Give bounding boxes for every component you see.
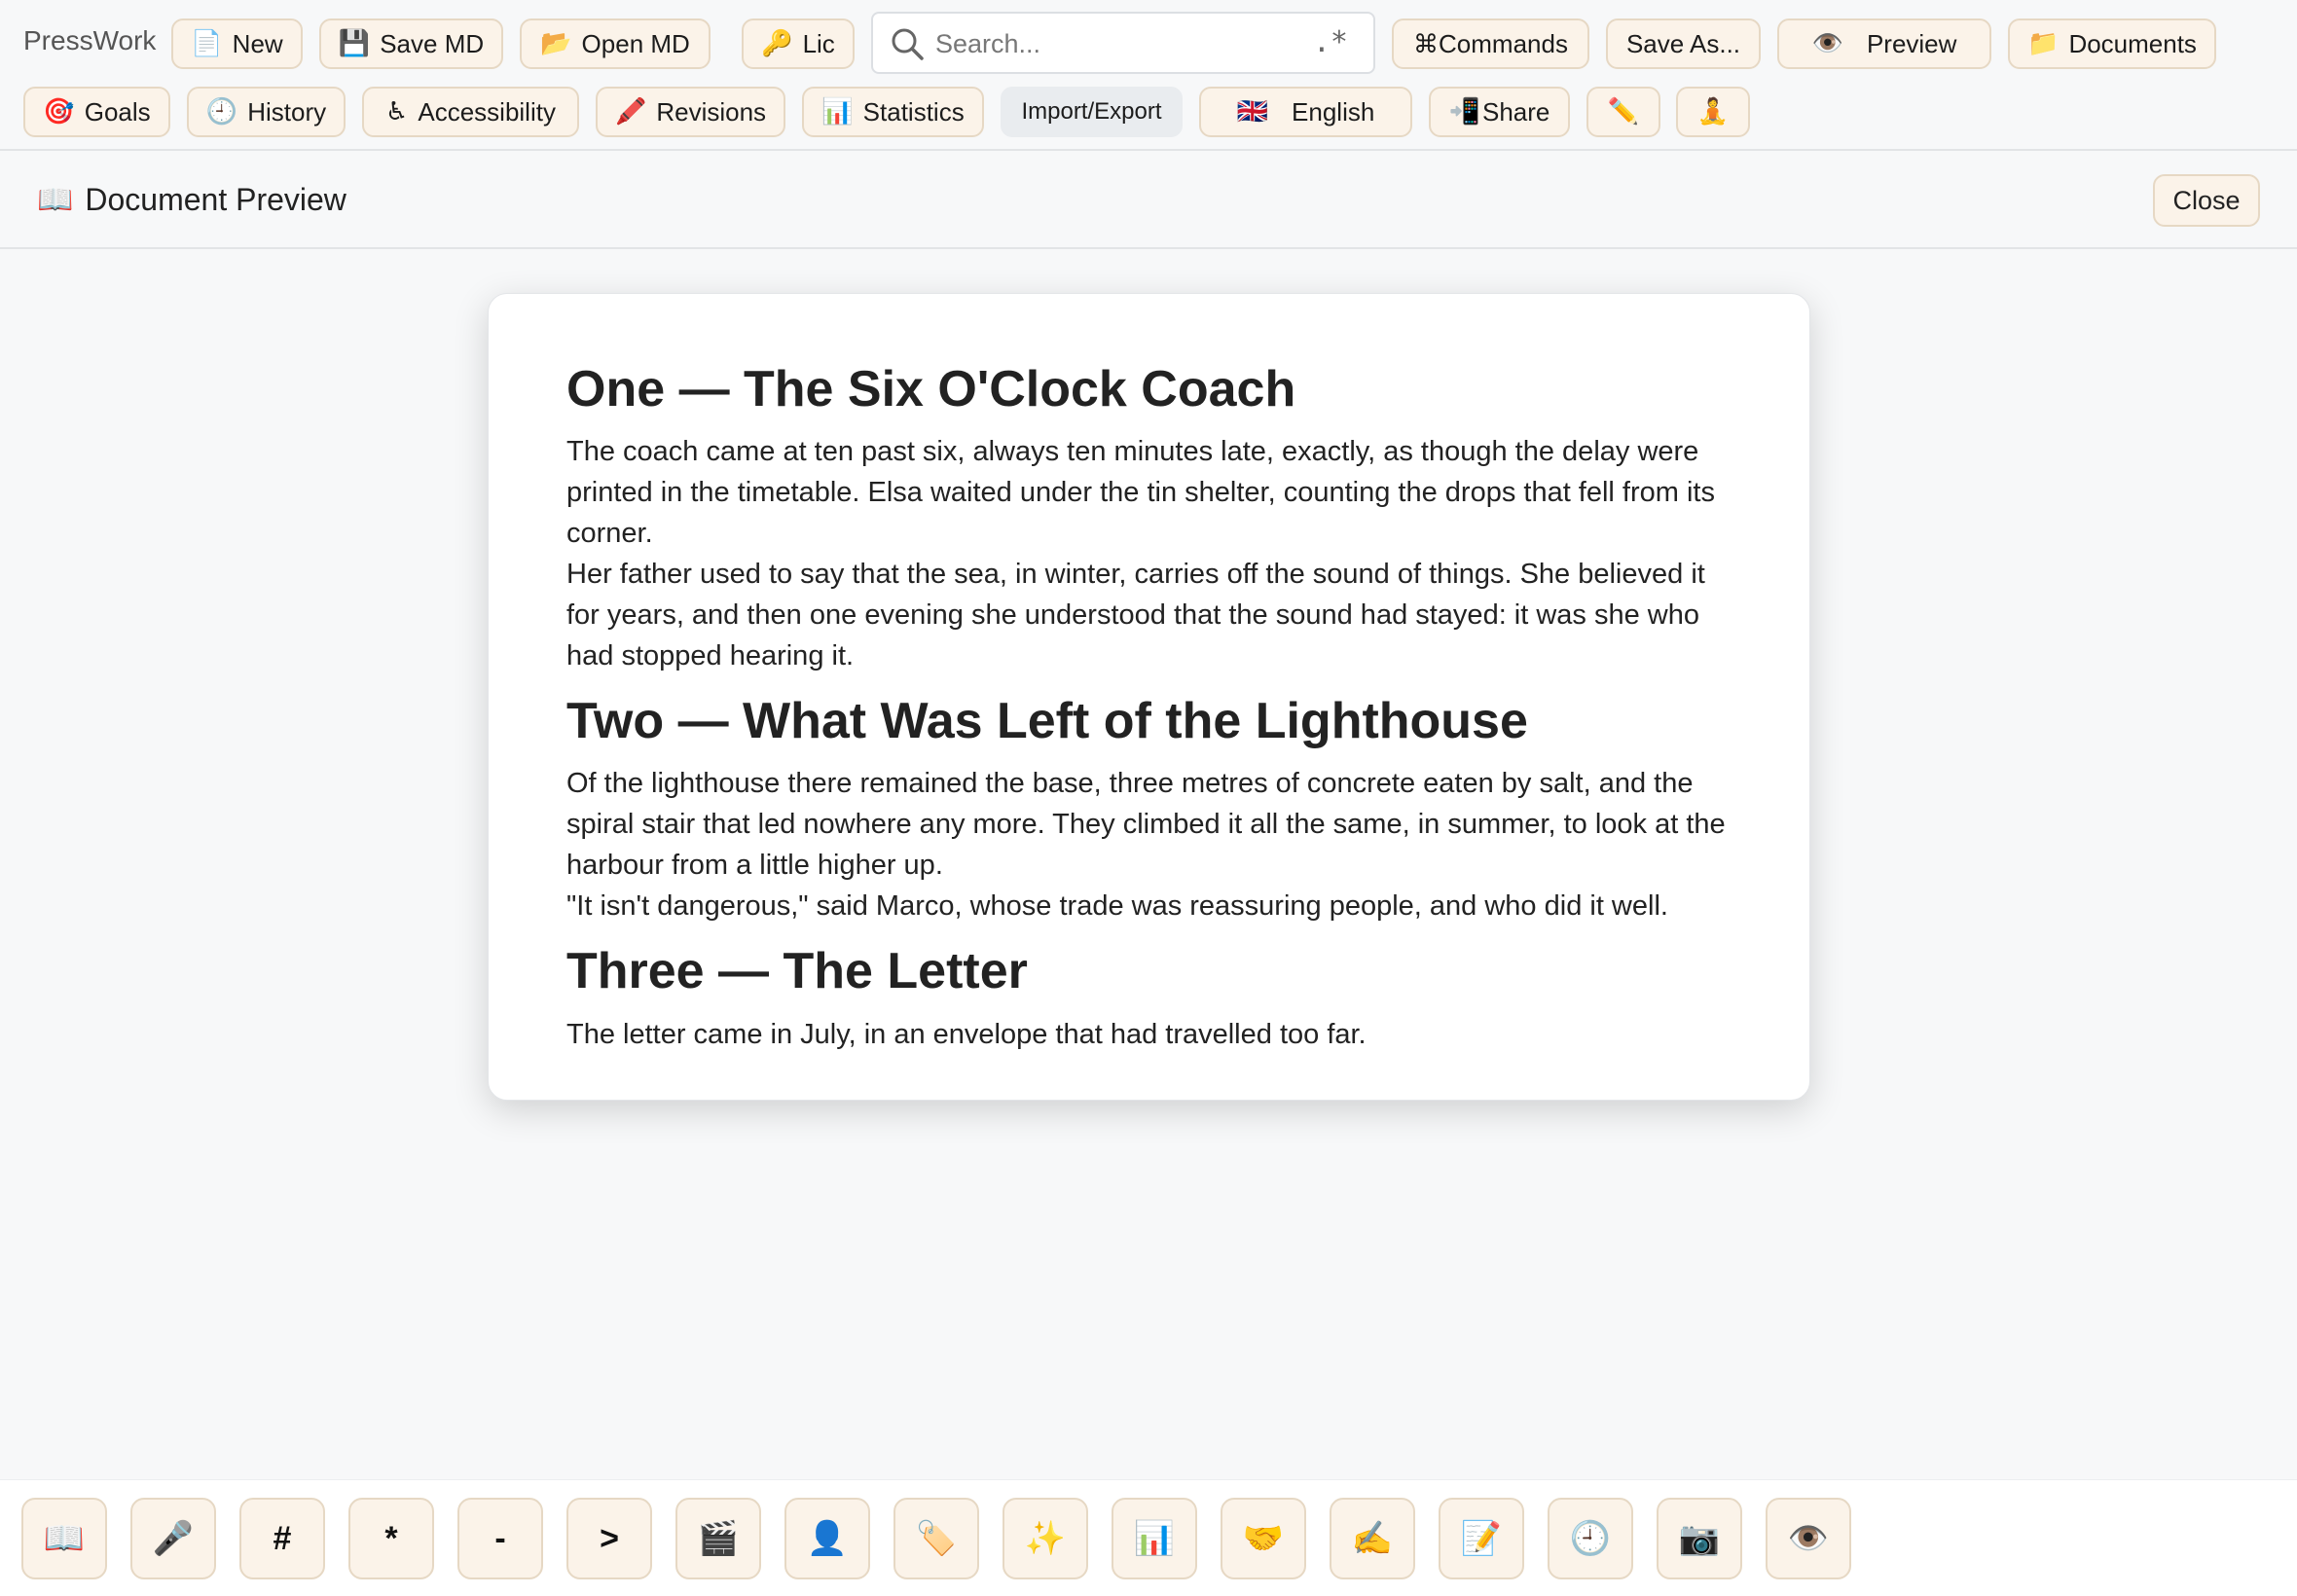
- preview-header: 📖 Document Preview Close: [0, 153, 2297, 249]
- regex-toggle[interactable]: .*: [1313, 25, 1348, 59]
- close-button[interactable]: Close: [2153, 174, 2260, 227]
- commands-button[interactable]: ⌘Commands: [1392, 18, 1589, 69]
- quote-button[interactable]: >: [566, 1498, 652, 1579]
- history-button[interactable]: 🕘 History: [187, 87, 346, 137]
- pencil-button[interactable]: ✏️: [1586, 87, 1660, 137]
- goals-button[interactable]: 🎯 Goals: [23, 87, 170, 137]
- meditation-icon: 🧘: [1696, 97, 1730, 127]
- import-export-button[interactable]: Import/Export: [1001, 87, 1183, 137]
- list-button[interactable]: -: [457, 1498, 543, 1579]
- save-md-button[interactable]: 💾 Save MD: [319, 18, 503, 69]
- person-icon[interactable]: 👤: [784, 1498, 870, 1579]
- statistics-button[interactable]: 📊 Statistics: [802, 87, 984, 137]
- open-md-button[interactable]: 📂 Open MD: [520, 18, 711, 69]
- lic-label: Lic: [802, 28, 835, 58]
- documents-label: Documents: [2068, 28, 2197, 58]
- eye-icon: 👁️: [1811, 29, 1843, 58]
- target-icon: 🎯: [43, 97, 75, 127]
- paragraph: Of the lighthouse there remained the bas…: [566, 768, 1726, 882]
- folder-icon: 📁: [2027, 29, 2060, 58]
- floppy-disk-icon: 💾: [338, 29, 371, 58]
- writing-hand-icon[interactable]: ✍️: [1330, 1498, 1415, 1579]
- book-icon[interactable]: 📖: [21, 1498, 107, 1579]
- focus-mode-button[interactable]: 🧘: [1676, 87, 1750, 137]
- new-button[interactable]: 📄 New: [171, 18, 303, 69]
- sparkles-icon[interactable]: ✨: [1003, 1498, 1088, 1579]
- clock-icon[interactable]: 🕘: [1548, 1498, 1633, 1579]
- statistics-label: Statistics: [862, 96, 965, 127]
- document-preview-card: One — The Six O'Clock Coach The coach ca…: [488, 293, 1810, 1101]
- memo-icon[interactable]: 📝: [1439, 1498, 1524, 1579]
- phone-arrow-icon: 📲: [1448, 97, 1480, 127]
- paragraph: The letter came in July, in an envelope …: [566, 1018, 1367, 1050]
- lic-button[interactable]: 🔑 Lic: [742, 18, 855, 69]
- history-label: History: [247, 96, 327, 127]
- search-box: .*: [871, 12, 1375, 74]
- revisions-button[interactable]: 🖍️ Revisions: [596, 87, 785, 137]
- accessibility-button[interactable]: ♿ Accessibility: [362, 87, 579, 137]
- eye-icon[interactable]: 👁️: [1766, 1498, 1851, 1579]
- main-toolbar: PressWork 📄 New 💾 Save MD 📂 Open MD 🔑 Li…: [0, 0, 2297, 151]
- save-as-button[interactable]: Save As...: [1606, 18, 1761, 69]
- paragraph: The coach came at ten past six, always t…: [566, 436, 1715, 550]
- documents-button[interactable]: 📁 Documents: [2008, 18, 2216, 69]
- bar-chart-icon[interactable]: 📊: [1112, 1498, 1197, 1579]
- new-label: New: [232, 28, 283, 58]
- bar-chart-icon: 📊: [821, 97, 854, 127]
- camera-icon[interactable]: 📷: [1657, 1498, 1742, 1579]
- preview-label: Preview: [1866, 28, 1957, 58]
- page-icon: 📄: [191, 29, 223, 58]
- save-as-label: Save As...: [1625, 28, 1741, 58]
- share-label: Share: [1481, 96, 1550, 127]
- handshake-icon[interactable]: 🤝: [1221, 1498, 1306, 1579]
- bottom-toolbar: 📖 🎤 # * - > 🎬 👤 🏷️ ✨ 📊 🤝 ✍️ 📝 🕘 📷 👁️: [0, 1479, 2297, 1596]
- share-button[interactable]: 📲 Share: [1429, 87, 1570, 137]
- microphone-icon[interactable]: 🎤: [130, 1498, 216, 1579]
- uk-flag-icon: 🇬🇧: [1236, 97, 1269, 127]
- chapter-heading: One — The Six O'Clock Coach: [566, 361, 1296, 417]
- commands-label: ⌘Commands: [1413, 28, 1568, 58]
- preview-button[interactable]: 👁️ Preview: [1777, 18, 1991, 69]
- revisions-label: Revisions: [656, 96, 767, 127]
- open-book-icon: 📖: [37, 183, 74, 217]
- app-name: PressWork: [23, 25, 157, 55]
- chapter-heading: Two — What Was Left of the Lighthouse: [566, 693, 1528, 750]
- clock-icon: 🕘: [205, 97, 238, 127]
- language-button[interactable]: 🇬🇧 English: [1199, 87, 1412, 137]
- open-md-label: Open MD: [581, 28, 690, 58]
- goals-label: Goals: [84, 96, 151, 127]
- preview-title: 📖 Document Preview: [37, 182, 346, 218]
- import-export-label: Import/Export: [1021, 98, 1162, 125]
- clapperboard-icon[interactable]: 🎬: [675, 1498, 761, 1579]
- search-input[interactable]: [935, 23, 1305, 64]
- tag-icon[interactable]: 🏷️: [893, 1498, 979, 1579]
- crayon-icon: 🖍️: [614, 97, 647, 127]
- emphasis-button[interactable]: *: [348, 1498, 434, 1579]
- preview-title-text: Document Preview: [85, 182, 346, 217]
- paragraph: Her father used to say that the sea, in …: [566, 559, 1705, 672]
- search-icon: [892, 28, 924, 60]
- language-label: English: [1292, 96, 1375, 127]
- pencil-icon: ✏️: [1607, 97, 1640, 127]
- paragraph: "It isn't dangerous," said Marco, whose …: [566, 890, 1668, 923]
- wheelchair-icon: ♿: [385, 97, 409, 127]
- key-icon: 🔑: [761, 29, 793, 58]
- accessibility-label: Accessibility: [418, 96, 556, 127]
- chapter-heading: Three — The Letter: [566, 943, 1028, 1000]
- open-folder-icon: 📂: [540, 29, 572, 58]
- save-md-label: Save MD: [380, 28, 485, 58]
- heading-button[interactable]: #: [239, 1498, 325, 1579]
